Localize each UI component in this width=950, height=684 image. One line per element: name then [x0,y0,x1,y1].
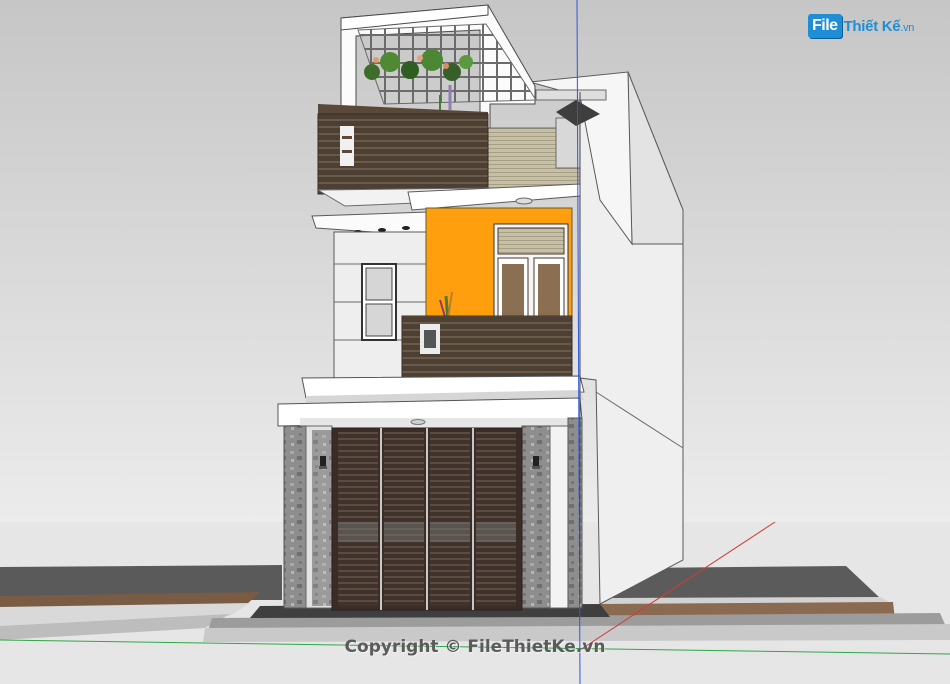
mid-floor [333,207,573,379]
side-window [361,263,397,341]
ground-floor [283,417,583,611]
wall-lamp-left [319,456,327,469]
folding-garage-door [331,427,523,611]
filethietke-logo: File Thiết Kế.vn [808,10,914,42]
house-render-scene [0,0,950,684]
ground-floor-canopy [277,375,585,430]
balcony-door [493,223,569,321]
copyright-watermark: Copyright © FileThietKe.vn [344,637,606,657]
logo-domain: .vn [900,21,915,34]
wall-lamp-right [532,456,540,469]
logo-brand-name: Thiết Kế [843,17,901,35]
mid-balcony-rail [401,315,573,379]
logo-file-badge: File [808,14,842,38]
